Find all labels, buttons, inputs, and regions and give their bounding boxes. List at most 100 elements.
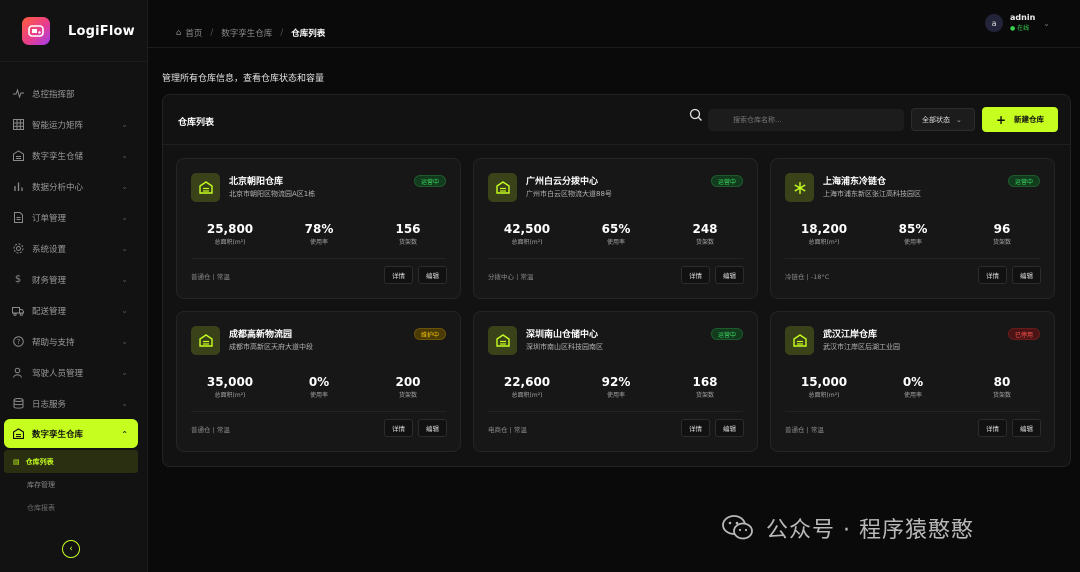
edit-button[interactable]: 编辑 [715,266,744,284]
chevron-down-icon: ⌄ [121,399,128,408]
warehouse-address: 北京市朝阳区物流园A区1栋 [229,190,316,198]
watermark: 公众号 · 程序猿憨憨 [722,512,974,544]
status-filter-select[interactable]: 全部状态 ⌄ [911,108,975,131]
status-badge: 运营中 [710,328,743,340]
warehouse-card[interactable]: 北京朝阳仓库 北京市朝阳区物流园A区1栋 运营中 25,800 总面积(m²) … [176,158,461,299]
warehouse-card[interactable]: 深圳南山仓储中心 深圳市南山区科技园南区 运营中 22,600 总面积(m²) … [473,311,758,452]
warehouse-address: 武汉市江岸区后湖工业园 [823,343,900,351]
warehouse-address: 上海市浦东新区张江高科技园区 [823,190,921,198]
warehouse-type: 冷链仓 | -18°C [785,273,830,281]
stat-shelves-label: 货架数 [398,239,417,246]
warehouse-icon [12,150,24,162]
collapse-sidebar-button[interactable]: ‹ [62,540,80,558]
bar-chart-icon [12,181,24,193]
warehouse-type: 分拨中心 | 常温 [488,273,534,281]
warehouse-name: 成都高新物流园 [229,330,293,340]
sidebar-item-drivers[interactable]: 驾驶人员管理 ⌄ [0,357,148,388]
detail-button[interactable]: 详情 [681,419,710,437]
sidebar-item-label: 日志服务 [32,399,67,410]
warehouse-card[interactable]: 上海浦东冷链仓 上海市浦东新区张江高科技园区 运营中 18,200 总面积(m²… [770,158,1055,299]
stat-usage: 65% 使用率 [571,222,661,246]
edit-button[interactable]: 编辑 [1012,266,1041,284]
sidebar-item-label: 总控指挥部 [32,89,75,100]
chevron-left-icon: ‹ [69,544,73,554]
stat-usage-value: 92% [601,375,631,389]
sidebar-item-logs[interactable]: 日志服务 ⌄ [0,388,148,419]
top-header: ⌂ 首页 / 数字孪生仓库 / 仓库列表 a adnin ● 在线 ⌄ [148,0,1080,48]
status-badge: 运营中 [413,175,446,187]
user-name: adnin [1010,13,1036,22]
card-divider [488,411,743,412]
stat-area: 15,000 总面积(m²) [779,375,869,399]
stat-usage-label: 使用率 [903,239,922,246]
user-menu[interactable]: a adnin ● 在线 ⌄ [985,12,1050,34]
breadcrumb-separator: / [280,28,284,38]
sidebar-subitem-reports[interactable]: 仓库报表 [0,496,148,519]
status-badge: 维护中 [413,328,446,340]
detail-button[interactable]: 详情 [681,266,710,284]
warehouse-card[interactable]: 成都高新物流园 成都市高新区天府大道中段 维护中 35,000 总面积(m²) … [176,311,461,452]
sidebar-item-twin-storage[interactable]: 数字孪生仓储 ⌄ [0,140,148,171]
app-logo[interactable]: LogiFlow [22,17,135,45]
detail-button[interactable]: 详情 [384,266,413,284]
chevron-down-icon: ⌄ [956,115,962,124]
detail-button[interactable]: 详情 [978,266,1007,284]
document-icon [12,212,24,224]
breadcrumb-current: 仓库列表 [291,29,326,39]
panel-title: 仓库列表 [178,118,215,128]
sidebar-subitem-inventory[interactable]: 库存管理 [0,473,148,496]
stat-usage-label: 使用率 [309,392,328,399]
sidebar: LogiFlow 总控指挥部 智能运力矩阵 ⌄ 数字孪生仓储 ⌄ 数据分析中心 … [0,0,148,572]
stat-area: 42,500 总面积(m²) [482,222,572,246]
stat-area-label: 总面积(m²) [214,392,246,399]
stat-shelves: 156 货架数 [363,222,453,246]
breadcrumb-parent[interactable]: 数字孪生仓库 [221,27,272,39]
sidebar-item-finance[interactable]: $ 财务管理 ⌄ [0,264,148,295]
chevron-down-icon: ⌄ [121,306,128,315]
sidebar-item-analytics[interactable]: 数据分析中心 ⌄ [0,171,148,202]
warehouse-card[interactable]: 广州白云分拨中心 广州市白云区物流大道88号 运营中 42,500 总面积(m²… [473,158,758,299]
stat-usage-label: 使用率 [606,392,625,399]
search-input[interactable] [708,109,904,131]
stat-usage: 0% 使用率 [274,375,364,399]
sidebar-subitem-label: 仓库列表 [25,457,54,466]
watermark-text: 公众号 · 程序猿憨憨 [766,518,974,543]
sidebar-item-label: 数字孪生仓库 [32,429,84,440]
warehouse-name: 上海浦东冷链仓 [823,177,887,187]
warehouse-address: 成都市高新区天府大道中段 [229,343,313,351]
stat-area-value: 35,000 [206,375,254,389]
warehouse-icon [191,326,220,355]
status-badge: 运营中 [1007,175,1040,187]
chevron-down-icon: ⌄ [121,151,128,160]
home-icon[interactable]: ⌂ [176,28,181,38]
sidebar-item-command[interactable]: 总控指挥部 [0,78,148,109]
stat-usage-value: 85% [898,222,928,236]
warehouse-card[interactable]: 武汉江岸仓库 武汉市江岸区后湖工业园 已停用 15,000 总面积(m²) 0%… [770,311,1055,452]
sidebar-item-twin-warehouse[interactable]: 数字孪生仓库 ⌃ [4,419,138,448]
sidebar-item-label: 数据分析中心 [32,182,84,193]
chevron-down-icon: ⌄ [121,275,128,284]
edit-button[interactable]: 编辑 [715,419,744,437]
stat-area-value: 22,600 [503,375,551,389]
edit-button[interactable]: 编辑 [1012,419,1041,437]
sidebar-item-orders[interactable]: 订单管理 ⌄ [0,202,148,233]
detail-button[interactable]: 详情 [384,419,413,437]
detail-button[interactable]: 详情 [978,419,1007,437]
stat-shelves-label: 货架数 [992,392,1011,399]
truck-icon [12,305,24,317]
sidebar-item-settings[interactable]: 系统设置 ⌄ [0,233,148,264]
sidebar-item-help[interactable]: ? 帮助与支持 ⌄ [0,326,148,357]
edit-button[interactable]: 编辑 [418,266,447,284]
sidebar-item-capacity[interactable]: 智能运力矩阵 ⌄ [0,109,148,140]
stat-shelves-label: 货架数 [992,239,1011,246]
sidebar-subitem-warehouse-list[interactable]: ▤ 仓库列表 [4,450,138,473]
new-warehouse-button[interactable]: + 新建仓库 [982,107,1058,132]
sidebar-menu: 总控指挥部 智能运力矩阵 ⌄ 数字孪生仓储 ⌄ 数据分析中心 ⌄ 订单管理 ⌄ … [0,78,148,519]
breadcrumb-home[interactable]: 首页 [185,27,202,39]
sidebar-item-label: 系统设置 [32,244,67,255]
sidebar-item-delivery[interactable]: 配送管理 ⌄ [0,295,148,326]
stat-usage-value: 78% [304,222,334,236]
sidebar-subitem-label: 库存管理 [27,480,55,489]
edit-button[interactable]: 编辑 [418,419,447,437]
search-icon[interactable] [689,108,703,122]
